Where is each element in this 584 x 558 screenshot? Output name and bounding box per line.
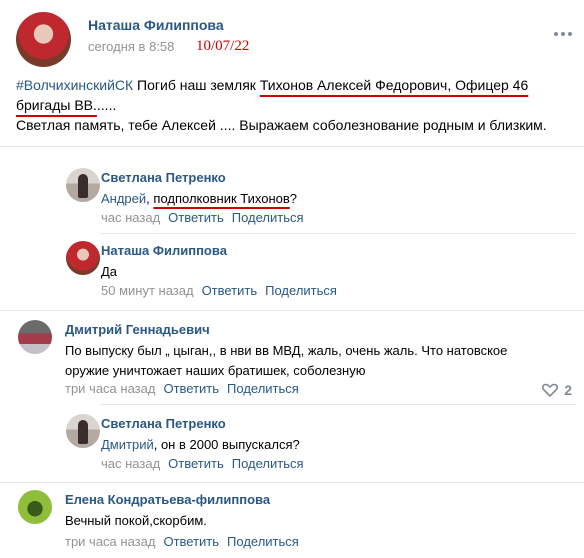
post-text-part: Погиб наш земляк — [133, 77, 260, 93]
divider — [0, 146, 584, 147]
comment-text-underlined: подполковник Тихонов — [153, 191, 290, 206]
divider — [100, 233, 576, 234]
comment-author[interactable]: Светлана Петренко — [101, 170, 226, 185]
divider — [0, 482, 584, 483]
comment-meta: три часа назад Ответить Поделиться — [65, 381, 299, 396]
reply-button[interactable]: Ответить — [168, 210, 224, 225]
comment-text: Андрей, подполковник Тихонов? — [101, 189, 297, 209]
like-count: 2 — [564, 382, 572, 398]
date-annotation: 10/07/22 — [196, 38, 250, 54]
reply-button[interactable]: Ответить — [168, 456, 224, 471]
share-button[interactable]: Поделиться — [265, 283, 337, 298]
comment-time[interactable]: три часа назад — [65, 534, 155, 549]
reply-button[interactable]: Ответить — [163, 534, 219, 549]
hashtag-link[interactable]: #ВолчихинскийСК — [16, 77, 133, 93]
comment-author[interactable]: Светлана Петренко — [101, 416, 226, 431]
comment-reply: Светлана Петренко Андрей, подполковник Т… — [66, 168, 576, 228]
comment-time[interactable]: час назад — [101, 456, 160, 471]
more-options-icon[interactable] — [554, 28, 576, 40]
comment-text-line: оружие уничтожает наших братишек, соболе… — [65, 363, 366, 378]
comment-text-part: , он в 2000 выпускался? — [153, 437, 300, 452]
reply-button[interactable]: Ответить — [202, 283, 258, 298]
comment: Елена Кондратьева-филиппова Вечный покой… — [18, 490, 576, 554]
post-date[interactable]: сегодня в 8:58 — [88, 39, 174, 54]
comment-time[interactable]: три часа назад — [65, 381, 155, 396]
share-button[interactable]: Поделиться — [232, 456, 304, 471]
avatar[interactable] — [66, 168, 100, 202]
post-text-part: Светлая память, тебе Алексей .... Выража… — [16, 117, 547, 133]
comment-meta: 50 минут назад Ответить Поделиться — [101, 283, 337, 298]
comment-text: Вечный покой,скорбим. — [65, 513, 207, 528]
comment-meta: час назад Ответить Поделиться — [101, 210, 304, 225]
comment-meta: час назад Ответить Поделиться — [101, 456, 304, 471]
share-button[interactable]: Поделиться — [227, 534, 299, 549]
mention-link[interactable]: Андрей — [101, 191, 146, 206]
post-text-underlined: бригады ВВ. — [16, 97, 97, 113]
avatar[interactable] — [66, 241, 100, 275]
post-author[interactable]: Наташа Филиппова — [88, 17, 224, 33]
divider — [0, 310, 584, 311]
author-avatar[interactable] — [16, 12, 71, 67]
comment-time[interactable]: час назад — [101, 210, 160, 225]
comment-time[interactable]: 50 минут назад — [101, 283, 194, 298]
comment-text-part: ? — [289, 191, 298, 206]
share-button[interactable]: Поделиться — [232, 210, 304, 225]
comment-author[interactable]: Наташа Филиппова — [101, 243, 227, 258]
post-text-part: ..... — [96, 97, 117, 113]
avatar[interactable] — [66, 414, 100, 448]
comment-reply: Светлана Петренко Дмитрий, он в 2000 вып… — [66, 414, 576, 474]
post-text: #ВолчихинскийСК Погиб наш земляк Тихонов… — [16, 75, 576, 135]
like-button[interactable]: 2 — [542, 382, 572, 398]
divider — [100, 404, 576, 405]
comment: Дмитрий Геннадьевич По выпуску был „ цыг… — [18, 320, 576, 400]
post-text-underlined: Тихонов Алексей Федорович, Офицер 46 — [259, 77, 529, 93]
heart-icon — [542, 383, 559, 397]
comment-reply: Наташа Филиппова Да 50 минут назад Ответи… — [66, 241, 576, 301]
reply-button[interactable]: Ответить — [163, 381, 219, 396]
post-header: Наташа Филиппова сегодня в 8:58 10/07/22 — [16, 12, 576, 68]
avatar[interactable] — [18, 490, 52, 524]
comment-author[interactable]: Дмитрий Геннадьевич — [65, 322, 210, 337]
comment-author[interactable]: Елена Кондратьева-филиппова — [65, 492, 270, 507]
comment-text: По выпуску был „ цыган,, в нви вв МВД, ж… — [65, 341, 507, 381]
comment-text: Да — [101, 264, 118, 279]
comment-text: Дмитрий, он в 2000 выпускался? — [101, 435, 300, 455]
comment-meta: три часа назад Ответить Поделиться — [65, 534, 299, 549]
comment-text-line: По выпуску был „ цыган,, в нви вв МВД, ж… — [65, 343, 508, 358]
mention-link[interactable]: Дмитрий — [101, 437, 154, 452]
share-button[interactable]: Поделиться — [227, 381, 299, 396]
avatar[interactable] — [18, 320, 52, 354]
